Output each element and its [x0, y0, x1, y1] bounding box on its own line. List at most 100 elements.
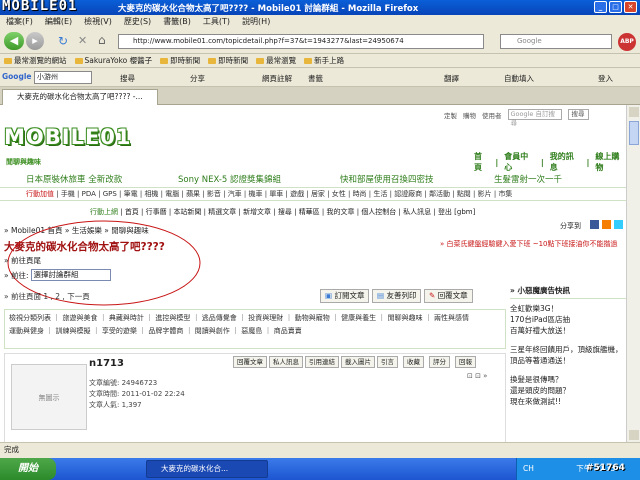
minimize-button[interactable]: _: [594, 1, 607, 13]
google-signin-button[interactable]: 登入: [598, 73, 613, 84]
bookmark-sakurayoko[interactable]: SakuraYoko 櫻醬子: [74, 55, 152, 66]
search-box[interactable]: Google: [500, 34, 612, 49]
sidebar-item[interactable]: 百萬好禮大放送！: [510, 325, 626, 336]
forward-button[interactable]: ▸: [26, 32, 44, 50]
close-button[interactable]: ✕: [624, 1, 637, 13]
subnav-item[interactable]: 行事曆: [146, 208, 167, 216]
google-translate-button[interactable]: 翻譯: [444, 73, 459, 84]
category-item[interactable]: 時尚: [353, 190, 367, 198]
category-item[interactable]: 居家: [311, 190, 325, 198]
subnav-item[interactable]: 登出 [gbm]: [438, 208, 475, 216]
twitter-share-icon[interactable]: [614, 220, 623, 229]
top-link-shop[interactable]: 購物: [463, 110, 476, 120]
menu-bookmarks[interactable]: 書籤(B): [163, 16, 191, 27]
menu-tools[interactable]: 工具(T): [203, 16, 230, 27]
bookmark-getting-started[interactable]: 新手上路: [304, 55, 344, 66]
sidebar-item[interactable]: 還是頭皮的問題？: [510, 385, 626, 396]
menu-view[interactable]: 檢視(V): [84, 16, 112, 27]
category-item[interactable]: 相機: [144, 190, 158, 198]
input-language[interactable]: CH: [523, 464, 534, 473]
bookmark-news-2[interactable]: 即時新聞: [208, 55, 248, 66]
category-item[interactable]: 筆電: [124, 190, 138, 198]
sidebar-item[interactable]: 換髮是很傳嗎？: [510, 374, 626, 385]
post-load-images-button[interactable]: 載入圖片: [341, 356, 375, 368]
category-item[interactable]: PDA: [82, 190, 96, 198]
subnav-item[interactable]: 個人控制台: [361, 208, 396, 216]
google-search-input[interactable]: 小游州: [34, 71, 92, 84]
vertical-scrollbar[interactable]: [626, 105, 640, 442]
back-button[interactable]: ◀: [4, 32, 24, 50]
category-item[interactable]: 市集: [498, 190, 512, 198]
post-reply-button[interactable]: 回覆文章: [233, 356, 267, 368]
sidebar-item[interactable]: 三星年終回饋用戶，頂級旗艦機，頂品等著通通送！: [510, 344, 626, 366]
sidebar-item[interactable]: 現在來做測試!!: [510, 396, 626, 407]
scroll-down-arrow[interactable]: [629, 430, 639, 440]
google-bookmarks-button[interactable]: 書籤: [308, 73, 323, 84]
subnav-item[interactable]: 行動上網: [90, 208, 118, 216]
post-quote-button[interactable]: 引言: [377, 356, 398, 368]
reply-button[interactable]: ✎ 回覆文章: [424, 289, 473, 303]
pagination[interactable]: » 前往頁面 1 , 2 , 下一頁: [4, 291, 90, 302]
category-item[interactable]: 點閱: [457, 190, 471, 198]
sidebar-item[interactable]: 170台iPad區店抽: [510, 314, 626, 325]
nav-home[interactable]: 首頁: [474, 151, 489, 173]
home-icon[interactable]: ⌂: [98, 33, 106, 47]
post-rate-button[interactable]: 評分: [429, 356, 450, 368]
category-item[interactable]: 影音: [207, 190, 221, 198]
print-button[interactable]: ▤ 友善列印: [372, 289, 422, 303]
facebook-share-icon[interactable]: [590, 220, 599, 229]
adblock-icon[interactable]: ABP: [618, 33, 636, 51]
promo-link-2[interactable]: Sony NEX-5 認證獎集錦組: [178, 173, 281, 185]
subnav-item[interactable]: 私人訊息: [403, 208, 431, 216]
site-logo[interactable]: MOBILE01: [4, 125, 132, 149]
subnav-item[interactable]: 搜尋: [278, 208, 292, 216]
subnav-item[interactable]: 精華區: [299, 208, 320, 216]
category-mobile-value[interactable]: 行動加值: [26, 190, 54, 198]
forum-tags-row-2[interactable]: 運動與健身 ｜ 訓練與模擬 ｜ 享受的遊樂 ｜ 品牌字體商 ｜ 閱讀與創作 ｜ …: [9, 325, 501, 338]
maximize-button[interactable]: □: [609, 1, 622, 13]
menu-edit[interactable]: 編輯(E): [45, 16, 72, 27]
category-item[interactable]: 機車: [249, 190, 263, 198]
promo-link-1[interactable]: 日本原裝休旅車 全新改款: [26, 173, 122, 185]
site-search-input[interactable]: Google 自訂搜尋: [507, 109, 562, 127]
subnav-item[interactable]: 我的文章: [327, 208, 355, 216]
nav-member[interactable]: 會員中心: [504, 151, 535, 173]
google-search-button[interactable]: 搜尋: [120, 73, 135, 84]
category-item[interactable]: 汽車: [228, 190, 242, 198]
nav-shop[interactable]: 線上購物: [595, 151, 626, 173]
nav-messages[interactable]: 我的訊息: [550, 151, 581, 173]
site-search-button[interactable]: 搜尋: [567, 109, 589, 120]
taskbar-firefox-item[interactable]: 大麥克的碳水化合...: [146, 460, 268, 478]
post-report-button[interactable]: 回報: [455, 356, 476, 368]
top-link-user[interactable]: 使用者: [482, 110, 502, 120]
post-nav-icons[interactable]: ⊡ ⊡ »: [467, 372, 487, 380]
menu-history[interactable]: 歷史(S): [124, 16, 151, 27]
google-notes-button[interactable]: 網頁註解: [262, 73, 292, 84]
start-button[interactable]: 開始: [0, 458, 56, 480]
google-autofill-button[interactable]: 自動填入: [504, 73, 534, 84]
subnav-item[interactable]: 新增文章: [243, 208, 271, 216]
category-item[interactable]: 生活: [373, 190, 387, 198]
category-item[interactable]: 電腦: [165, 190, 179, 198]
subnav-item[interactable]: 首頁: [125, 208, 139, 216]
bookmark-most-visited-2[interactable]: 最常瀏覽: [256, 55, 296, 66]
top-link-custom[interactable]: 定製: [444, 110, 457, 120]
category-item[interactable]: 蘋果: [186, 190, 200, 198]
google-share-button[interactable]: 分享: [190, 73, 205, 84]
forum-select[interactable]: 選擇討論群組: [30, 269, 111, 281]
post-link-button[interactable]: 引用連結: [305, 356, 339, 368]
forum-tags-row-1[interactable]: 檢視分類列表 ｜ 旅遊與美食 ｜ 典藏與時計 ｜ 進控與模型 ｜ 逃品傳覺會 ｜…: [9, 312, 501, 325]
stop-icon[interactable]: ✕: [78, 34, 87, 47]
sidebar-item[interactable]: 全虹歡樂3G！: [510, 303, 626, 314]
plurk-share-icon[interactable]: [602, 220, 611, 229]
post-author[interactable]: n1713: [89, 358, 124, 369]
subscribe-button[interactable]: ▣ 訂閱文章: [320, 289, 370, 303]
subnav-item[interactable]: 精選文章: [208, 208, 236, 216]
category-item[interactable]: 認證廠商: [394, 190, 422, 198]
promo-link-4[interactable]: 生髮雷射一次一千: [494, 173, 562, 185]
category-item[interactable]: 遊戲: [290, 190, 304, 198]
scroll-up-arrow[interactable]: [629, 107, 639, 117]
category-item[interactable]: 單車: [269, 190, 283, 198]
category-item[interactable]: 影片: [478, 190, 492, 198]
promo-link-3[interactable]: 快和部屋使用召換四密技: [340, 173, 434, 185]
